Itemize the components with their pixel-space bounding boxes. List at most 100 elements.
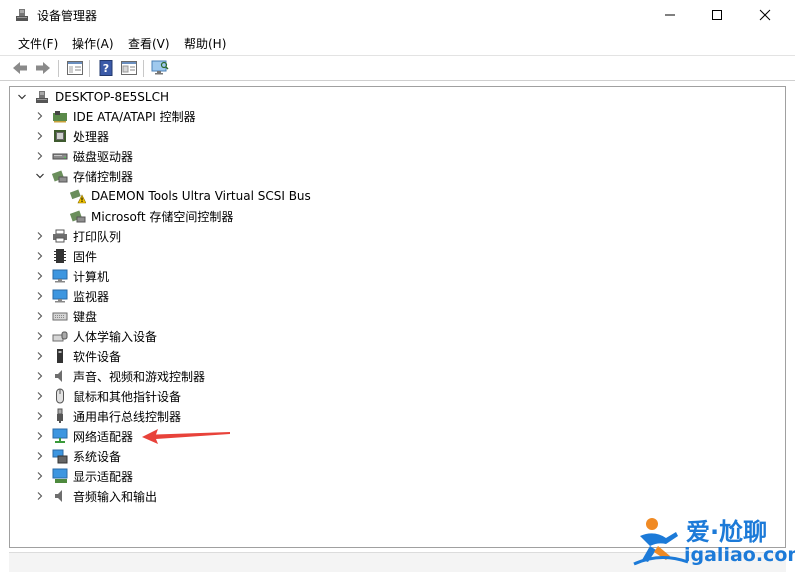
expand-chevron-icon[interactable] bbox=[34, 330, 46, 342]
tree-item-network-adapters[interactable]: 网络适配器 bbox=[34, 426, 133, 446]
expand-chevron-icon[interactable] bbox=[34, 350, 46, 362]
tree-item-label: 磁盘驱动器 bbox=[73, 149, 134, 164]
toolbar-separator bbox=[89, 60, 90, 77]
tree-item-ide[interactable]: IDE ATA/ATAPI 控制器 bbox=[34, 106, 196, 126]
display-adapter-icon bbox=[52, 468, 68, 483]
tree-item-label: 人体学输入设备 bbox=[73, 329, 158, 344]
usb-icon bbox=[57, 408, 63, 423]
tree-item-usb[interactable]: 通用串行总线控制器 bbox=[34, 406, 181, 426]
expand-chevron-icon[interactable] bbox=[34, 450, 46, 462]
tree-item-hid[interactable]: 人体学输入设备 bbox=[34, 326, 157, 346]
device-tree[interactable]: DESKTOP-8E5SLCH IDE ATA/ATAPI 控制器 处理器 磁盘… bbox=[9, 86, 786, 548]
expand-chevron-icon[interactable] bbox=[34, 270, 46, 282]
menu-bar: 文件(F) 操作(A) 查看(V) 帮助(H) bbox=[0, 32, 795, 54]
tree-item-label: 系统设备 bbox=[73, 449, 122, 464]
maximize-icon bbox=[712, 10, 722, 20]
device-manager-app-icon bbox=[16, 9, 28, 21]
mouse-icon bbox=[56, 388, 64, 404]
watermark-logo: 爱·尬聊 igaliao.com bbox=[632, 512, 795, 572]
toolbar-separator bbox=[58, 60, 59, 77]
tree-item-processor[interactable]: 处理器 bbox=[34, 126, 109, 146]
minimize-icon bbox=[665, 14, 675, 16]
scan-hardware-button[interactable] bbox=[150, 59, 170, 77]
forward-arrow-icon bbox=[36, 62, 50, 74]
printer-icon bbox=[53, 229, 67, 243]
expand-chevron-icon[interactable] bbox=[34, 310, 46, 322]
tree-item-label: DAEMON Tools Ultra Virtual SCSI Bus bbox=[91, 189, 311, 203]
tree-item-label: 网络适配器 bbox=[73, 429, 134, 444]
tree-item-computer[interactable]: 计算机 bbox=[34, 266, 109, 286]
tree-item-software-devices[interactable]: 软件设备 bbox=[34, 346, 121, 366]
tree-item-display-adapters[interactable]: 显示适配器 bbox=[34, 466, 133, 486]
tree-item-system-devices[interactable]: 系统设备 bbox=[34, 446, 121, 466]
collapse-chevron-icon[interactable] bbox=[16, 91, 28, 103]
hid-icon bbox=[52, 331, 68, 342]
monitor-icon bbox=[52, 289, 68, 303]
tree-item-monitors[interactable]: 监视器 bbox=[34, 286, 109, 306]
tree-item-sound-video-game[interactable]: 声音、视频和游戏控制器 bbox=[34, 366, 205, 386]
expand-chevron-icon[interactable] bbox=[34, 290, 46, 302]
collapse-chevron-icon[interactable] bbox=[34, 170, 46, 182]
expand-chevron-icon[interactable] bbox=[34, 250, 46, 262]
device-manager-window: 设备管理器 文件(F) 操作(A) 查看(V) 帮助(H) ? DESKTOP-… bbox=[0, 0, 795, 579]
maximize-button[interactable] bbox=[694, 0, 740, 30]
computer-icon bbox=[52, 269, 68, 283]
tree-root-row[interactable]: DESKTOP-8E5SLCH bbox=[16, 87, 169, 107]
properties-icon bbox=[121, 61, 137, 75]
tree-item-label: 软件设备 bbox=[73, 349, 122, 364]
tree-item-label: 固件 bbox=[73, 249, 98, 264]
storage-device-icon bbox=[70, 210, 86, 223]
ide-controller-icon bbox=[53, 111, 67, 123]
show-hide-console-tree-button[interactable] bbox=[65, 59, 85, 77]
properties-button[interactable] bbox=[119, 59, 139, 77]
expand-chevron-icon[interactable] bbox=[34, 110, 46, 122]
tree-item-firmware[interactable]: 固件 bbox=[34, 246, 97, 266]
scan-monitor-icon bbox=[151, 60, 169, 75]
toolbar-separator bbox=[143, 60, 144, 77]
tree-item-label: 打印队列 bbox=[73, 229, 122, 244]
expand-chevron-icon[interactable] bbox=[34, 150, 46, 162]
minimize-button[interactable] bbox=[647, 0, 693, 30]
toolbar: ? bbox=[0, 55, 795, 81]
tree-item-keyboards[interactable]: 键盘 bbox=[34, 306, 97, 326]
tree-item-label: 键盘 bbox=[73, 309, 98, 324]
firmware-icon bbox=[54, 249, 66, 263]
expand-chevron-icon[interactable] bbox=[34, 470, 46, 482]
keyboard-icon bbox=[52, 312, 68, 321]
expand-chevron-icon[interactable] bbox=[34, 430, 46, 442]
software-device-icon bbox=[57, 349, 63, 363]
close-button[interactable] bbox=[742, 0, 788, 30]
expand-chevron-icon[interactable] bbox=[34, 130, 46, 142]
tree-item-print-queues[interactable]: 打印队列 bbox=[34, 226, 121, 246]
expand-chevron-icon[interactable] bbox=[34, 490, 46, 502]
expand-chevron-icon[interactable] bbox=[34, 390, 46, 402]
menu-view[interactable]: 查看(V) bbox=[128, 35, 170, 52]
title-bar[interactable]: 设备管理器 bbox=[0, 0, 795, 30]
tree-child-microsoft-storage[interactable]: Microsoft 存储空间控制器 bbox=[52, 206, 233, 226]
tree-item-label: 显示适配器 bbox=[73, 469, 134, 484]
menu-action[interactable]: 操作(A) bbox=[72, 35, 114, 52]
tree-item-label: Microsoft 存储空间控制器 bbox=[91, 209, 234, 224]
forward-button[interactable] bbox=[33, 59, 53, 77]
storage-controller-icon bbox=[52, 170, 68, 183]
back-button[interactable] bbox=[10, 59, 30, 77]
tree-child-daemon-tools[interactable]: DAEMON Tools Ultra Virtual SCSI Bus bbox=[52, 186, 311, 206]
expand-chevron-icon[interactable] bbox=[34, 410, 46, 422]
expand-chevron-icon[interactable] bbox=[34, 230, 46, 242]
tree-item-storage-controllers[interactable]: 存储控制器 bbox=[34, 166, 133, 186]
menu-help[interactable]: 帮助(H) bbox=[184, 35, 226, 52]
expand-chevron-icon[interactable] bbox=[34, 370, 46, 382]
help-book-icon: ? bbox=[99, 60, 113, 76]
audio-io-icon bbox=[55, 490, 62, 502]
watermark-cn-text: 爱·尬聊 bbox=[686, 518, 768, 546]
menu-file[interactable]: 文件(F) bbox=[18, 35, 58, 52]
tree-item-mice[interactable]: 鼠标和其他指针设备 bbox=[34, 386, 181, 406]
help-button[interactable]: ? bbox=[96, 59, 116, 77]
tree-item-audio-io[interactable]: 音频输入和输出 bbox=[34, 486, 157, 506]
tree-item-label: 声音、视频和游戏控制器 bbox=[73, 369, 206, 384]
disk-drive-icon bbox=[52, 153, 68, 160]
back-arrow-icon bbox=[13, 62, 27, 74]
window-title: 设备管理器 bbox=[37, 9, 98, 23]
tree-item-disk-drives[interactable]: 磁盘驱动器 bbox=[34, 146, 133, 166]
